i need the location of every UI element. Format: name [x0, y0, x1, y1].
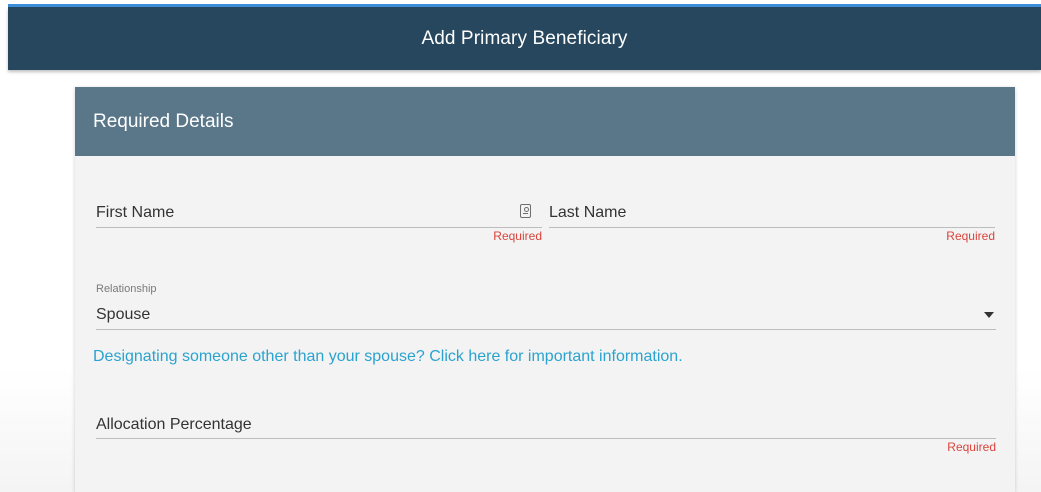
relationship-label: Relationship: [96, 283, 157, 295]
required-details-card: Required Details First Name Required Las…: [75, 87, 1015, 492]
relationship-value: Spouse: [96, 306, 151, 323]
card-title: Required Details: [93, 110, 234, 132]
last-name-field[interactable]: Last Name Required: [549, 203, 995, 247]
allocation-percentage-error: Required: [947, 440, 996, 454]
page: Add Primary Beneficiary Required Details…: [0, 0, 1041, 492]
allocation-percentage-label: Allocation Percentage: [96, 416, 252, 433]
relationship-underline: [96, 329, 996, 330]
first-name-field[interactable]: First Name Required: [96, 203, 542, 247]
relationship-select[interactable]: Relationship Spouse: [96, 283, 996, 331]
caret-down-icon[interactable]: [984, 312, 994, 318]
last-name-label: Last Name: [549, 204, 627, 221]
first-name-error: Required: [493, 229, 542, 243]
allocation-percentage-underline: [96, 438, 996, 439]
last-name-error: Required: [946, 229, 995, 243]
first-name-underline: [96, 227, 542, 228]
last-name-underline: [549, 227, 995, 228]
contact-card-icon[interactable]: [520, 204, 531, 218]
spouse-info-link[interactable]: Designating someone other than your spou…: [93, 348, 683, 366]
first-name-label: First Name: [96, 204, 175, 221]
card-header: Required Details: [75, 87, 1015, 156]
dialog-title: Add Primary Beneficiary: [421, 27, 628, 49]
allocation-percentage-field[interactable]: Allocation Percentage Required: [96, 415, 996, 459]
dialog-header: Add Primary Beneficiary: [8, 7, 1041, 70]
